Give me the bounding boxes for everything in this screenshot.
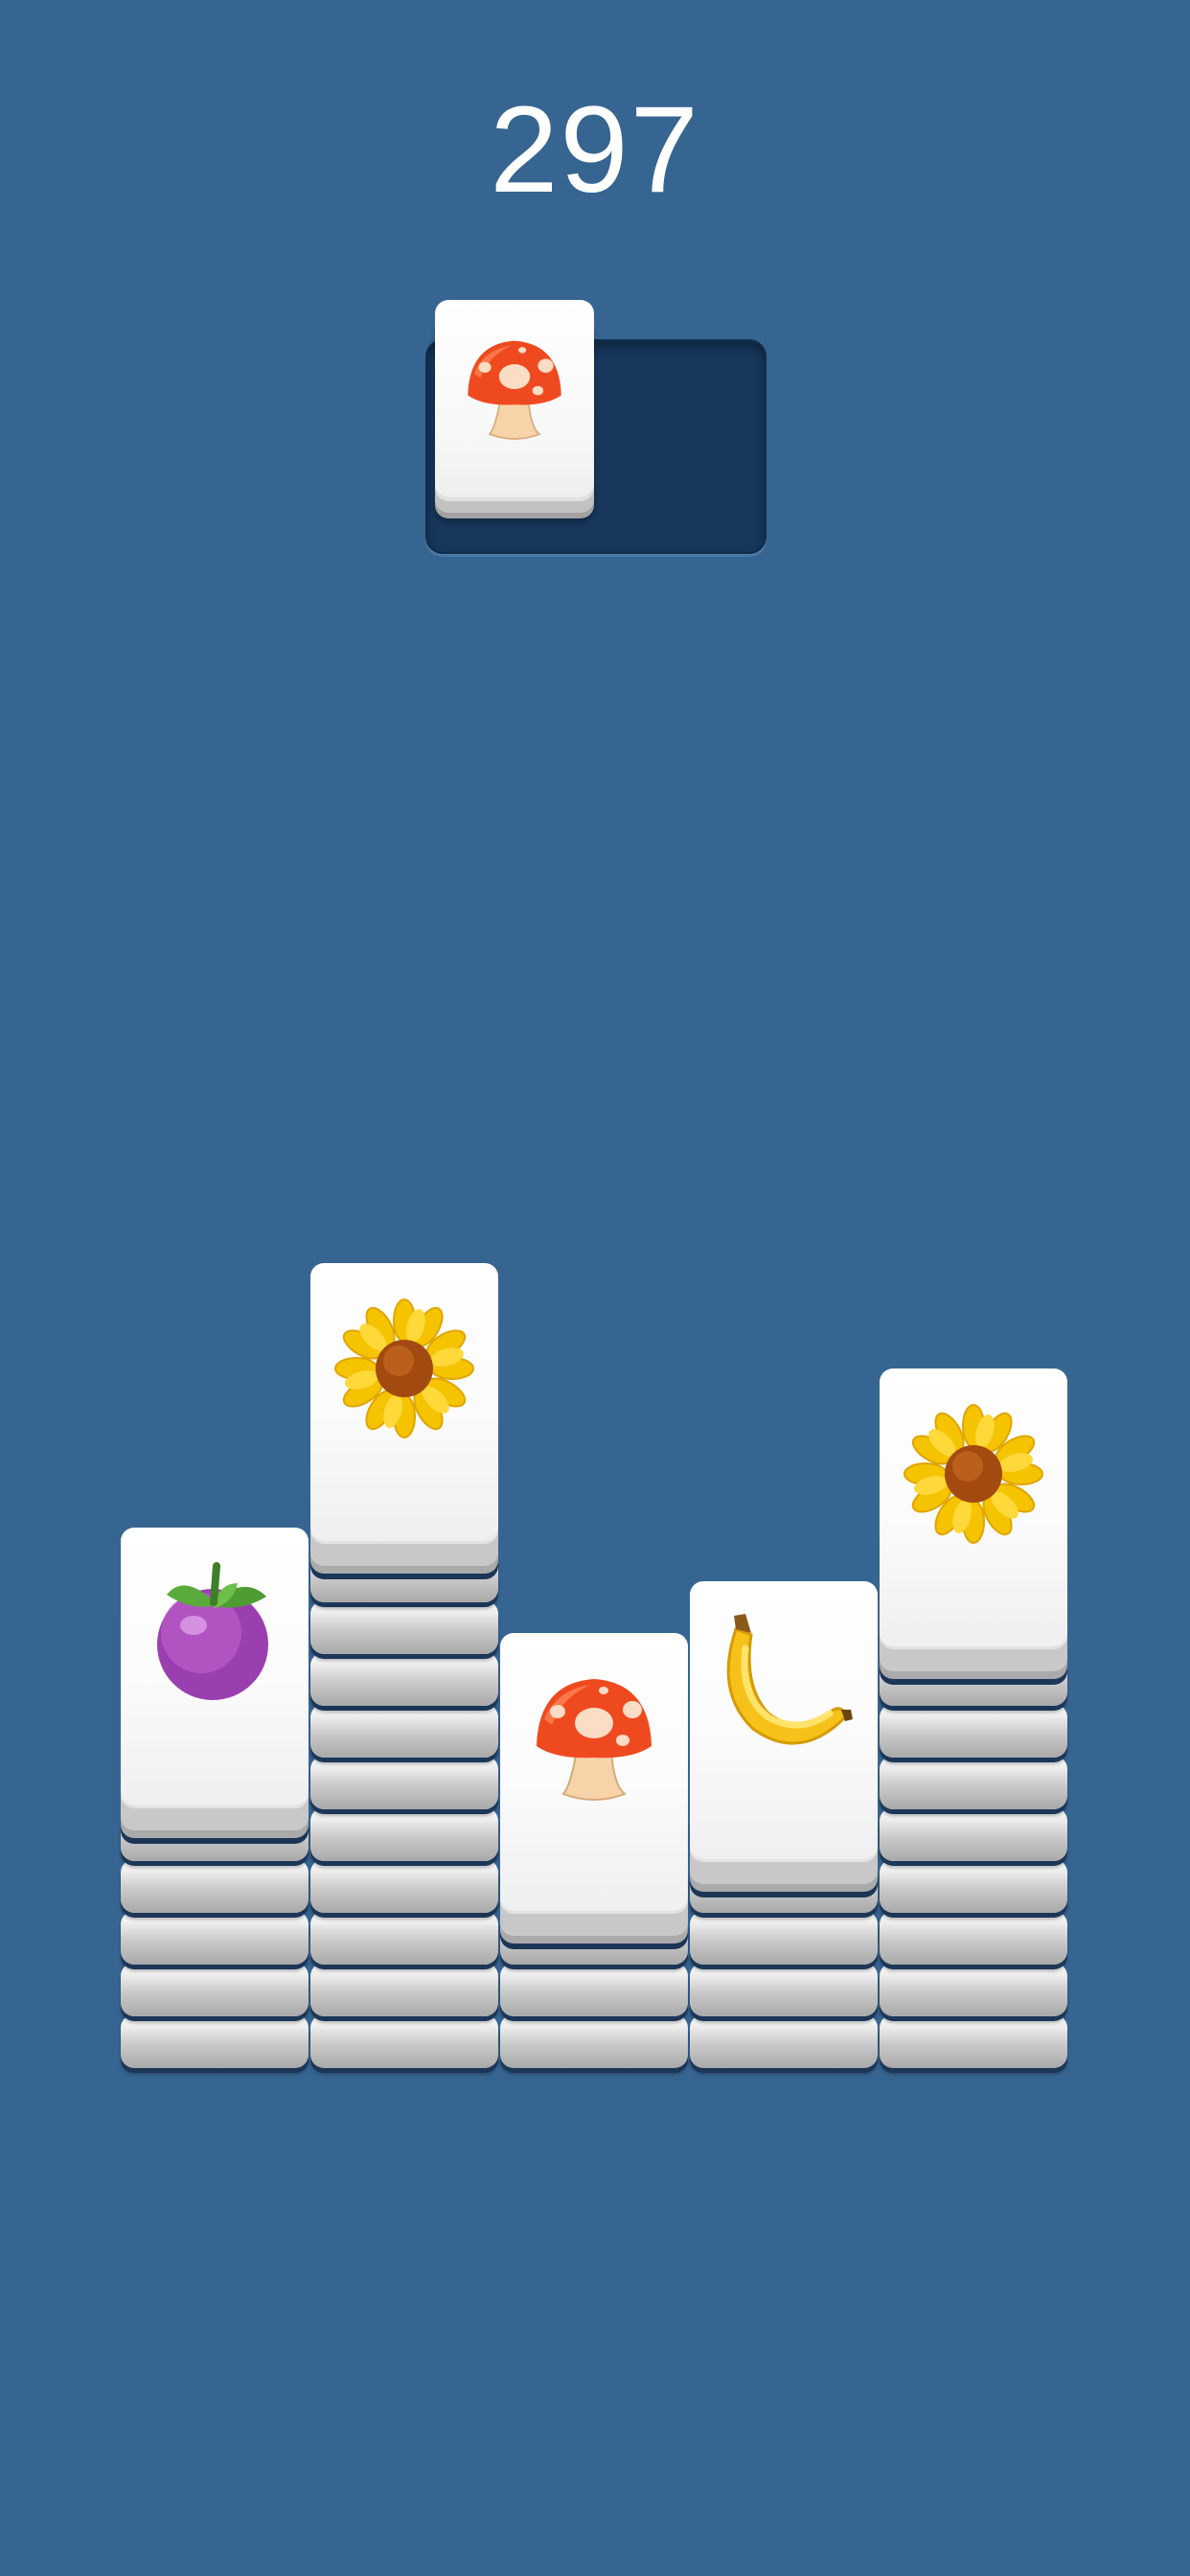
stack-layer [880,1756,1067,1809]
tile-banana[interactable] [690,1581,878,1859]
stack-layer [310,1704,498,1758]
mangosteen-icon [157,1562,268,1700]
stack-layer [880,1807,1067,1861]
stack-layer [500,1963,688,2016]
tray-tile-mushroom [435,300,594,497]
stack-layer [310,1911,498,1965]
sunflower-icon [334,1299,474,1438]
stack-layer [310,2014,498,2068]
stack-layer [310,1549,498,1602]
score-counter: 297 [490,81,700,218]
tile-sunflower[interactable] [880,1368,1067,1646]
stack-layer [880,1911,1067,1965]
stack-layer [880,1859,1067,1913]
mushroom-icon [468,340,561,440]
stack-layer [310,1756,498,1809]
stack-layer [121,2014,309,2068]
tile-mangosteen[interactable] [121,1528,309,1806]
stack-layer [310,1600,498,1654]
stack-layer [880,1963,1067,2016]
stack-layer [310,1859,498,1913]
stack-layer [121,1807,309,1861]
stack-layer [121,1963,309,2016]
tile-mushroom[interactable] [500,1633,688,1911]
tile-sunflower[interactable] [310,1263,498,1541]
banana-icon [726,1614,853,1745]
stack-layer [690,1963,878,2016]
stack-layer [500,2014,688,2068]
stack-layer [880,1652,1067,1706]
stack-layer [310,1807,498,1861]
stack-layer [121,1911,309,1965]
sunflower-icon [904,1404,1043,1544]
stack-layer [121,1859,309,1913]
stack-layer [500,1911,688,1965]
stack-layer [310,1652,498,1706]
mushroom-icon [537,1679,652,1801]
stack-layer [880,2014,1067,2068]
stack-layer [690,1911,878,1965]
stack-layer [690,2014,878,2068]
stack-layer [880,1704,1067,1758]
stack-layer [690,1859,878,1913]
tray-slot-2 [592,341,753,550]
stack-layer [310,1963,498,2016]
